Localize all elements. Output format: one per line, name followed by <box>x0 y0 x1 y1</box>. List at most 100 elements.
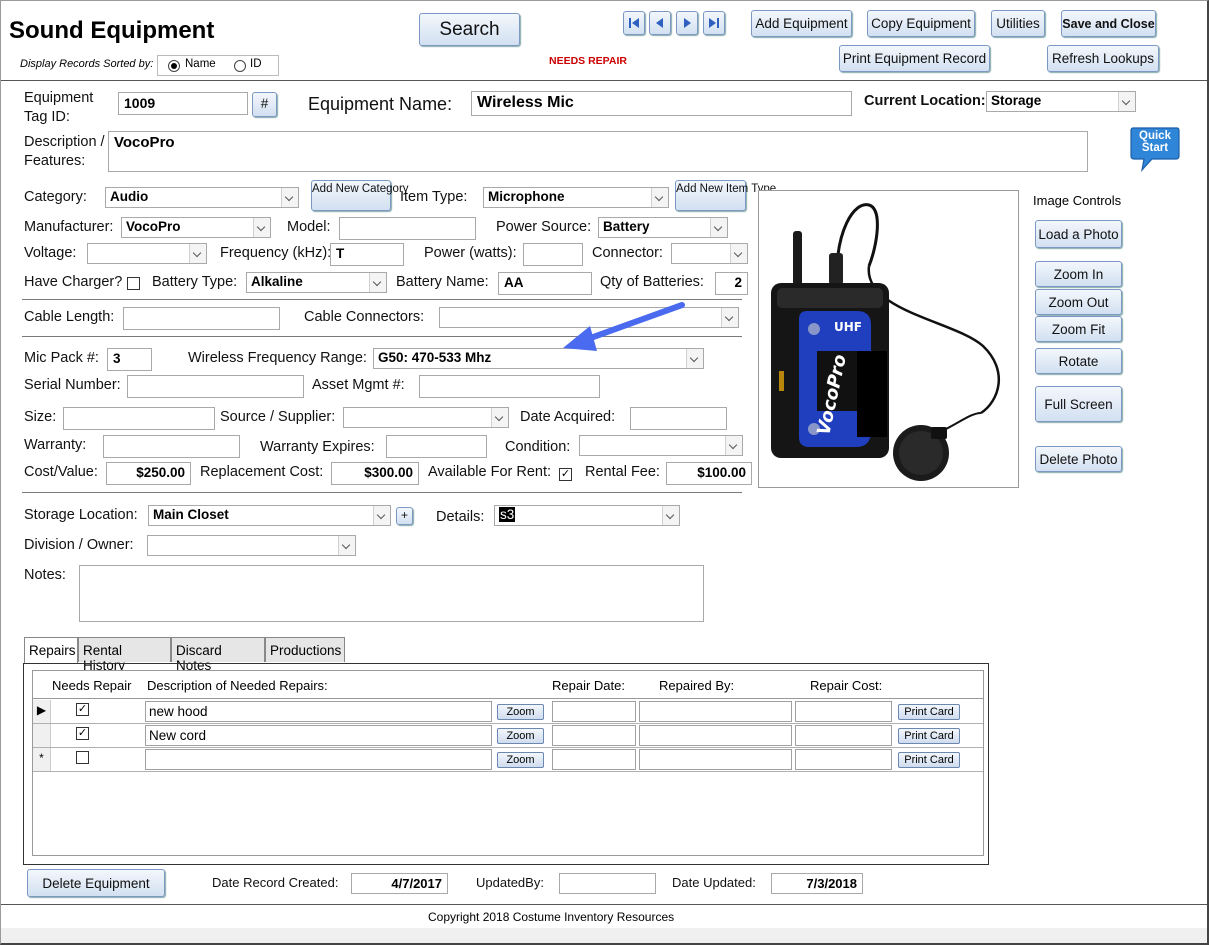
print-record-button[interactable]: Print Equipment Record <box>839 45 990 72</box>
manufacturer-select[interactable]: VocoPro <box>121 217 271 238</box>
tag-id-label: Equipment Tag ID: <box>24 90 94 125</box>
cable-length-field[interactable] <box>123 307 280 330</box>
repaired-by-field[interactable] <box>639 749 792 770</box>
rental-fee-field[interactable]: $100.00 <box>666 462 752 485</box>
last-record-button[interactable] <box>703 11 725 35</box>
save-close-button[interactable]: Save and Close <box>1061 10 1156 37</box>
date-updated-field[interactable]: 7/3/2018 <box>771 873 863 894</box>
row-selector[interactable] <box>33 724 51 747</box>
first-record-button[interactable] <box>623 11 645 35</box>
print-card-button[interactable]: Print Card <box>898 728 960 744</box>
repair-cost-field[interactable] <box>795 701 892 722</box>
charger-checkbox[interactable] <box>127 277 140 290</box>
warranty-field[interactable] <box>103 435 240 458</box>
repair-date-field[interactable] <box>552 749 636 770</box>
tab-repairs[interactable]: Repairs <box>24 637 78 664</box>
storage-location-select[interactable]: Main Closet <box>148 505 391 526</box>
serial-number-field[interactable] <box>127 375 304 398</box>
repair-date-field[interactable] <box>552 701 636 722</box>
load-photo-button[interactable]: Load a Photo <box>1035 220 1122 248</box>
zoom-button[interactable]: Zoom <box>497 728 544 744</box>
qty-batteries-field[interactable]: 2 <box>715 272 748 295</box>
cost-value-field[interactable]: $250.00 <box>106 462 191 485</box>
repair-description-field[interactable] <box>145 749 492 770</box>
equipment-name-label: Equipment Name: <box>308 94 453 114</box>
add-category-button[interactable]: Add New Category <box>311 180 409 211</box>
rotate-button[interactable]: Rotate <box>1035 348 1122 374</box>
available-rent-checkbox[interactable]: ✓ <box>559 468 572 481</box>
repaired-by-field[interactable] <box>639 701 792 722</box>
tag-id-field[interactable]: 1009 <box>118 92 248 115</box>
needs-repair-checkbox[interactable]: ✓ <box>76 703 89 716</box>
battery-type-select[interactable]: Alkaline <box>246 272 387 293</box>
add-item-type-button[interactable]: Add New Item Type <box>675 180 776 211</box>
updated-by-field[interactable] <box>559 873 656 894</box>
warranty-expires-field[interactable] <box>386 435 487 458</box>
tab-discard-notes[interactable]: Discard Notes <box>171 637 265 673</box>
date-created-field[interactable]: 4/7/2017 <box>351 873 448 894</box>
notes-field[interactable] <box>79 565 704 622</box>
repair-description-field[interactable]: New cord <box>145 725 492 746</box>
repair-date-field[interactable] <box>552 725 636 746</box>
category-select[interactable]: Audio <box>105 187 299 208</box>
copy-equipment-button[interactable]: Copy Equipment <box>867 10 975 37</box>
voltage-select[interactable] <box>87 243 207 264</box>
sort-id-radio[interactable] <box>234 60 246 72</box>
tab-rental-history[interactable]: Rental History <box>78 637 171 673</box>
tab-productions[interactable]: Productions <box>265 637 345 662</box>
division-owner-select[interactable] <box>147 535 356 556</box>
zoom-button[interactable]: Zoom <box>497 752 544 768</box>
repaired-by-field[interactable] <box>639 725 792 746</box>
row-selector[interactable]: * <box>33 748 51 771</box>
item-type-select[interactable]: Microphone <box>483 187 669 208</box>
zoom-out-button[interactable]: Zoom Out <box>1035 289 1122 315</box>
power-watts-field[interactable] <box>523 243 583 266</box>
current-location-select[interactable]: Storage <box>986 91 1136 112</box>
qty-batteries-label: Qty of Batteries: <box>600 274 704 290</box>
division-owner-label: Division / Owner: <box>24 537 134 553</box>
quick-start-button[interactable]: Quick Start <box>1130 126 1180 172</box>
power-source-select[interactable]: Battery <box>598 217 728 238</box>
size-field[interactable] <box>63 407 215 430</box>
model-field[interactable] <box>339 217 476 240</box>
description-field[interactable]: VocoPro <box>108 131 1088 172</box>
frequency-field[interactable]: T <box>330 243 404 266</box>
refresh-lookups-button[interactable]: Refresh Lookups <box>1047 45 1159 72</box>
zoom-button[interactable]: Zoom <box>497 704 544 720</box>
add-equipment-button[interactable]: Add Equipment <box>751 10 852 37</box>
print-card-button[interactable]: Print Card <box>898 704 960 720</box>
chevron-down-icon <box>281 188 298 207</box>
full-screen-button[interactable]: Full Screen <box>1035 386 1122 422</box>
replacement-cost-field[interactable]: $300.00 <box>331 462 419 485</box>
print-card-button[interactable]: Print Card <box>898 752 960 768</box>
delete-photo-button[interactable]: Delete Photo <box>1035 446 1122 472</box>
utilities-button[interactable]: Utilities <box>991 10 1045 37</box>
needs-repair-checkbox[interactable] <box>76 751 89 764</box>
repair-description-field[interactable]: new hood <box>145 701 492 722</box>
connector-select[interactable] <box>671 243 748 264</box>
previous-record-button[interactable] <box>649 11 671 35</box>
next-record-button[interactable] <box>676 11 698 35</box>
previous-record-icon <box>656 18 663 28</box>
row-selector[interactable]: ▶ <box>33 700 51 723</box>
search-button[interactable]: Search <box>419 13 520 46</box>
date-created-label: Date Record Created: <box>212 875 339 890</box>
zoom-in-button[interactable]: Zoom In <box>1035 261 1122 287</box>
delete-equipment-button[interactable]: Delete Equipment <box>27 869 165 897</box>
date-acquired-field[interactable] <box>630 407 727 430</box>
asset-mgmt-field[interactable] <box>419 375 600 398</box>
repair-cost-field[interactable] <box>795 749 892 770</box>
condition-select[interactable] <box>579 435 743 456</box>
repair-cost-field[interactable] <box>795 725 892 746</box>
mic-pack-field[interactable]: 3 <box>107 348 152 371</box>
details-select[interactable]: s3 <box>494 505 680 526</box>
add-storage-button[interactable]: + <box>396 507 413 525</box>
sort-name-radio[interactable] <box>168 60 180 72</box>
equipment-name-field[interactable]: Wireless Mic <box>471 91 852 116</box>
source-select[interactable] <box>343 407 509 428</box>
needs-repair-checkbox[interactable]: ✓ <box>76 727 89 740</box>
battery-name-field[interactable]: AA <box>498 272 592 295</box>
tag-number-button[interactable]: # <box>252 92 277 117</box>
power-source-label: Power Source: <box>496 219 592 235</box>
zoom-fit-button[interactable]: Zoom Fit <box>1035 316 1122 342</box>
